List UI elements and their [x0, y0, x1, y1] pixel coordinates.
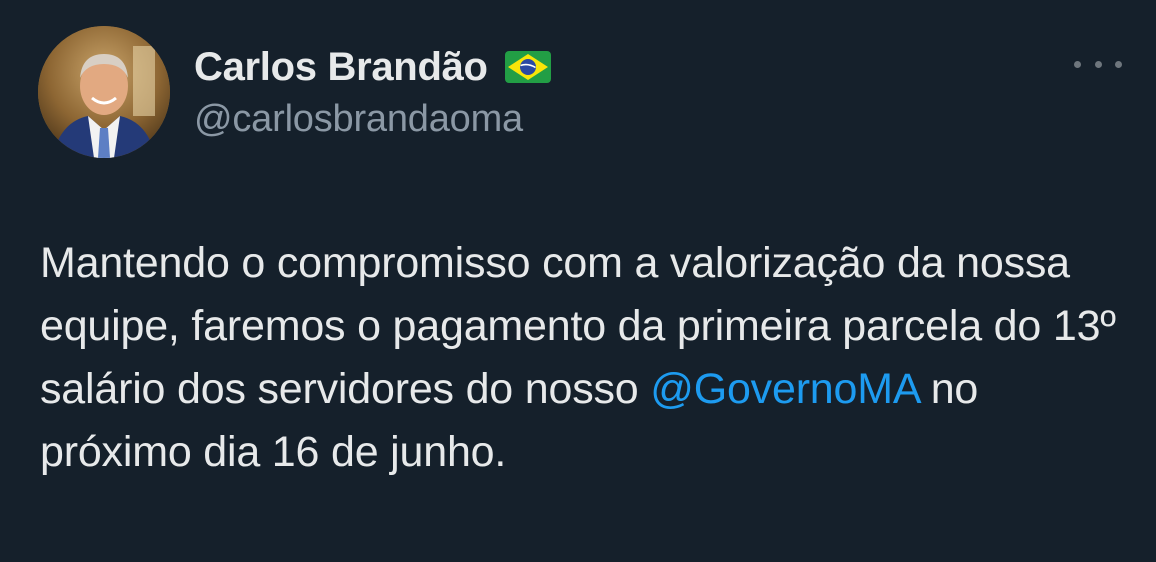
tweet-text: Mantendo o compromisso com a valorização…	[40, 232, 1130, 484]
more-dot	[1074, 60, 1081, 68]
mention-link[interactable]: @GovernoMA	[650, 365, 919, 413]
author-handle[interactable]: @carlosbrandaoma	[194, 98, 523, 141]
author-display-name[interactable]: Carlos Brandão	[194, 45, 488, 90]
brazil-flag-icon	[504, 50, 552, 84]
more-dot	[1094, 60, 1102, 68]
more-dot	[1115, 60, 1122, 68]
tweet-card: Carlos Brandão @carlosbrandaoma Mantendo…	[0, 0, 1156, 562]
author-name-row: Carlos Brandão	[194, 40, 552, 94]
avatar[interactable]	[38, 26, 170, 158]
more-options-icon[interactable]	[1074, 52, 1122, 76]
